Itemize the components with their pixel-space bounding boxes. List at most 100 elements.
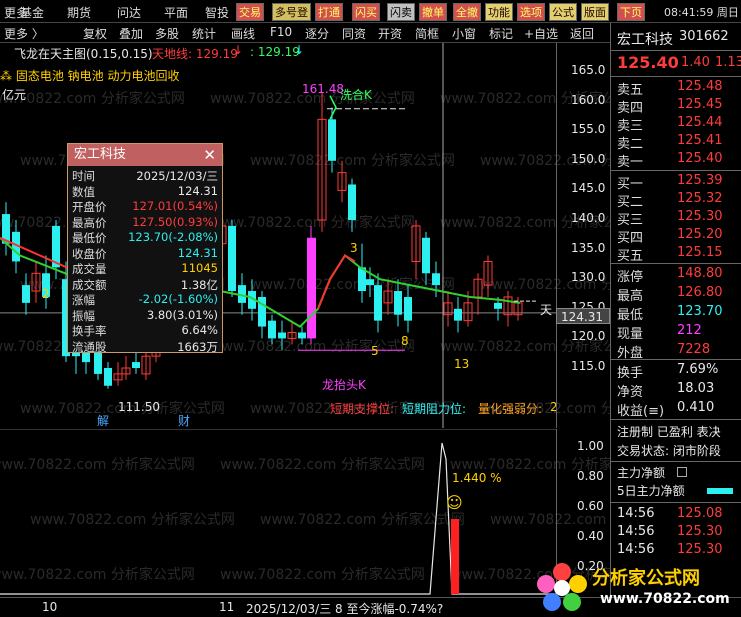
cai-label: 财 bbox=[178, 414, 191, 428]
buy-level-label: 买二 bbox=[617, 195, 644, 210]
menubar: 更多 基金 期货 问达 平面 智投 交易 多号登 打通 闪买 闪卖 撤单 全撤 功能 选项 公式版… bbox=[0, 0, 741, 23]
price-tick: 115.0 bbox=[571, 359, 606, 373]
quote-stat2-value: 7.69% bbox=[677, 362, 719, 377]
toolbar-stats[interactable]: 统计 bbox=[192, 25, 216, 42]
func-button[interactable]: 交易 bbox=[236, 3, 264, 21]
tick-price: 125.08 bbox=[677, 506, 723, 521]
quote-stat2-value: 0.410 bbox=[677, 400, 715, 415]
sell-level-value: 125.48 bbox=[677, 79, 723, 94]
flow-5day[interactable]: 5日主力净额 bbox=[611, 482, 741, 500]
menu-wenda[interactable]: 问达 bbox=[117, 4, 141, 21]
buy-level[interactable]: 买四 125.20 bbox=[611, 227, 741, 246]
quote-stat2-label: 换手 bbox=[617, 366, 644, 381]
quote-stat2[interactable]: 换手 7.69% bbox=[611, 362, 741, 381]
unit-label: 亿元 bbox=[2, 88, 27, 102]
flow-main[interactable]: 主力净额 bbox=[611, 464, 741, 482]
buy-level[interactable]: 买二 125.32 bbox=[611, 191, 741, 210]
candle-body bbox=[454, 308, 462, 321]
sell-level[interactable]: 卖四 125.45 bbox=[611, 97, 741, 116]
quote-stat2[interactable]: 净资 18.03 bbox=[611, 381, 741, 400]
buy-level[interactable]: 买五 125.15 bbox=[611, 245, 741, 264]
quote-stat-value: 212 bbox=[677, 323, 702, 338]
func-button[interactable]: 公式 bbox=[549, 3, 577, 21]
count-2: 2 bbox=[42, 287, 50, 301]
popup-row-value: 124.31 bbox=[177, 183, 218, 198]
watermark-text: www.70822.com 分析家公式网 bbox=[0, 90, 185, 107]
toolbar-simple[interactable]: 简框 bbox=[415, 25, 439, 42]
candle-body bbox=[268, 320, 276, 339]
quote-stat[interactable]: 最低 123.70 bbox=[611, 304, 741, 323]
func-button[interactable]: 功能 bbox=[485, 3, 513, 21]
sell-level[interactable]: 卖一 125.40 bbox=[611, 151, 741, 170]
buy-level-value: 125.39 bbox=[677, 173, 723, 188]
sell-level[interactable]: 卖五 125.48 bbox=[611, 79, 741, 98]
menu-zhitou[interactable]: 智投 bbox=[205, 4, 229, 21]
func-button[interactable]: 闪买 bbox=[352, 3, 380, 21]
quote-stat[interactable]: 现量 212 bbox=[611, 323, 741, 342]
toolbar-multi[interactable]: 多股 bbox=[155, 25, 179, 42]
toolbar-overlay[interactable]: 叠加 bbox=[119, 25, 143, 42]
reg-line: 注册制 已盈利 表决 bbox=[617, 425, 721, 439]
func-button[interactable]: 打通 bbox=[315, 3, 343, 21]
func-button[interactable]: 闪卖 bbox=[387, 3, 415, 21]
quote-stat-label: 现量 bbox=[617, 327, 644, 342]
tick-row: 14:56 125.08 bbox=[611, 506, 741, 524]
tiandi-value: : 129.19 bbox=[250, 45, 300, 59]
toolbar-kaizi[interactable]: 开资 bbox=[378, 25, 402, 42]
toolbar-more[interactable]: 更多 〉 bbox=[4, 25, 44, 42]
candle-body bbox=[374, 285, 382, 321]
quote-stat-value: 7228 bbox=[677, 342, 711, 357]
watermark-text: www.70822.com 分析家公式网 bbox=[260, 511, 465, 528]
func-button[interactable]: 多号登 bbox=[272, 3, 311, 21]
func-button[interactable]: 下页 bbox=[617, 3, 645, 21]
toolbar-mark[interactable]: 标记 bbox=[489, 25, 513, 42]
candle-body bbox=[104, 368, 112, 386]
toolbar-fuquan[interactable]: 复权 bbox=[83, 25, 107, 42]
close-icon[interactable]: ✕ bbox=[203, 144, 216, 166]
quote-stat[interactable]: 最高 126.80 bbox=[611, 285, 741, 304]
candle-body bbox=[348, 184, 356, 220]
quote-stat-value: 123.70 bbox=[677, 304, 723, 319]
func-button[interactable]: 全撤 bbox=[453, 3, 481, 21]
func-button[interactable]: 选项 bbox=[517, 3, 545, 21]
candle-body bbox=[422, 237, 430, 274]
tick-time: 14:56 bbox=[617, 542, 655, 557]
quote-stat[interactable]: 外盘 7228 bbox=[611, 342, 741, 361]
popup-row: 振幅 3.80(3.01%) bbox=[68, 308, 222, 324]
resist-label: 短期阻力位: bbox=[402, 402, 467, 416]
quote-stat[interactable]: 涨停 148.80 bbox=[611, 266, 741, 285]
popup-row-value: -2.02(-1.60%) bbox=[138, 292, 218, 306]
toolbar-add-favorite[interactable]: +自选 bbox=[524, 25, 558, 42]
menu-futures[interactable]: 期货 bbox=[67, 4, 91, 21]
menu-plane[interactable]: 平面 bbox=[164, 4, 188, 21]
quote-stat2[interactable]: 收益(≡) 0.410 bbox=[611, 400, 741, 419]
watermark-text: www.70822.com 分析家公式网 bbox=[0, 566, 195, 583]
toolbar-draw[interactable]: 画线 bbox=[231, 25, 255, 42]
indicator-tick: 0.60 bbox=[577, 499, 604, 513]
indicator-chart[interactable]: www.70822.com 分析家公式网 www.70822.com 分析家公式网… bbox=[0, 429, 610, 597]
price-tick: 165.0 bbox=[571, 63, 606, 77]
price-tick: 155.0 bbox=[571, 122, 606, 137]
buy-level[interactable]: 买三 125.30 bbox=[611, 209, 741, 228]
sell-level[interactable]: 卖三 125.44 bbox=[611, 115, 741, 134]
price-tick: 130.0 bbox=[571, 270, 606, 285]
bottom-mid-num: 11 bbox=[219, 600, 235, 614]
sell-level[interactable]: 卖二 125.41 bbox=[611, 133, 741, 152]
tian-tag: 天 bbox=[540, 303, 553, 317]
site-logo: 分析家公式网 www.70822.com bbox=[532, 558, 741, 614]
toolbar-f10[interactable]: F10 bbox=[270, 25, 292, 39]
smiley-icon: ☺ bbox=[446, 493, 463, 512]
concept-tags: ⁂ 固态电池 钠电池 动力电池回收 bbox=[0, 69, 180, 83]
tick-price: 125.30 bbox=[677, 524, 723, 539]
func-button[interactable]: 版面 bbox=[581, 3, 609, 21]
toolbar-tongzi[interactable]: 同资 bbox=[342, 25, 366, 42]
candle-body bbox=[394, 291, 402, 315]
toolbar-small-window[interactable]: 小窗 bbox=[452, 25, 476, 42]
high-price-label: 161.48 bbox=[302, 82, 344, 96]
func-button[interactable]: 撤单 bbox=[419, 3, 447, 21]
quote-stat-value: 126.80 bbox=[677, 285, 723, 300]
toolbar-minute[interactable]: 逐分 bbox=[305, 25, 329, 42]
toolbar-back[interactable]: 返回 bbox=[570, 25, 594, 42]
menu-fund[interactable]: 基金 bbox=[20, 4, 44, 21]
buy-level[interactable]: 买一 125.39 bbox=[611, 173, 741, 192]
